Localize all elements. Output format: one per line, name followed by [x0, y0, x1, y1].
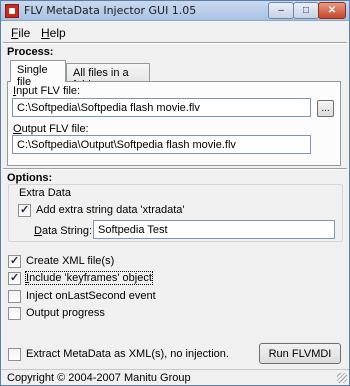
- data-string-label: Data String:: [34, 225, 92, 237]
- minimize-button[interactable]: –: [268, 2, 294, 19]
- check-mark-icon: ✓: [10, 255, 20, 267]
- extract-metadata-label: Extract MetaData as XML(s), no injection…: [26, 348, 229, 360]
- output-file-label: Output FLV file:: [13, 123, 89, 135]
- menu-file-label: ile: [18, 26, 31, 40]
- checkbox-box[interactable]: ✓: [8, 272, 21, 285]
- process-heading: Process:: [7, 46, 54, 58]
- tab-all-files[interactable]: All files in a folder: [66, 63, 150, 91]
- status-bar: Copyright © 2004-2007 Manitu Group: [1, 369, 349, 385]
- create-xml-label: Create XML file(s): [26, 255, 115, 267]
- include-keyframes-label-text: nclude 'keyframes' object: [29, 272, 152, 284]
- checkbox-box[interactable]: [8, 348, 21, 361]
- extra-data-title: Extra Data: [18, 187, 72, 199]
- app-window: FLV MetaData Injector GUI 1.05 – □ ✕ Fil…: [0, 0, 350, 386]
- options-separator: [3, 168, 347, 170]
- include-keyframes-label: Include 'keyframes' object: [25, 271, 153, 285]
- window-title: FLV MetaData Injector GUI 1.05: [24, 4, 197, 17]
- input-file-field[interactable]: [12, 98, 311, 117]
- check-mark-icon: ✓: [20, 204, 30, 216]
- menu-help[interactable]: Help: [41, 26, 66, 40]
- options-heading: Options:: [7, 172, 53, 184]
- data-string-label-text: ata String:: [41, 225, 93, 237]
- output-file-field[interactable]: [12, 135, 311, 154]
- title-bar[interactable]: FLV MetaData Injector GUI 1.05 – □ ✕: [1, 1, 349, 21]
- browse-button[interactable]: ...: [317, 100, 334, 117]
- close-button[interactable]: ✕: [318, 2, 346, 19]
- check-mark-icon: ✓: [10, 272, 20, 284]
- menu-help-accel: H: [41, 26, 50, 40]
- run-flvmdi-button[interactable]: Run FLVMDI: [259, 343, 341, 364]
- inject-onlastsecond-label: Inject onLastSecond event: [26, 290, 156, 302]
- output-file-label-text: utput FLV file:: [21, 123, 89, 135]
- tab-single-file[interactable]: Single file: [10, 60, 66, 88]
- copyright-text: Copyright © 2004-2007 Manitu Group: [7, 372, 191, 384]
- menu-file[interactable]: File: [11, 26, 30, 40]
- checkbox-box[interactable]: ✓: [8, 255, 21, 268]
- menu-help-label: elp: [49, 26, 66, 40]
- maximize-button[interactable]: □: [293, 2, 319, 19]
- data-string-field[interactable]: [93, 220, 335, 239]
- output-file-accel: O: [13, 123, 22, 135]
- checkbox-box[interactable]: [8, 307, 21, 320]
- menu-separator: [3, 42, 347, 44]
- data-string-accel: D: [34, 225, 42, 237]
- checkbox-box[interactable]: ✓: [18, 204, 31, 217]
- add-extra-data-label: Add extra string data 'xtradata': [36, 204, 185, 216]
- output-progress-label: Output progress: [26, 307, 105, 319]
- resize-grip-icon[interactable]: [337, 373, 347, 383]
- app-icon: [5, 4, 19, 18]
- menu-bar: File Help: [1, 22, 349, 42]
- checkbox-box[interactable]: [8, 290, 21, 303]
